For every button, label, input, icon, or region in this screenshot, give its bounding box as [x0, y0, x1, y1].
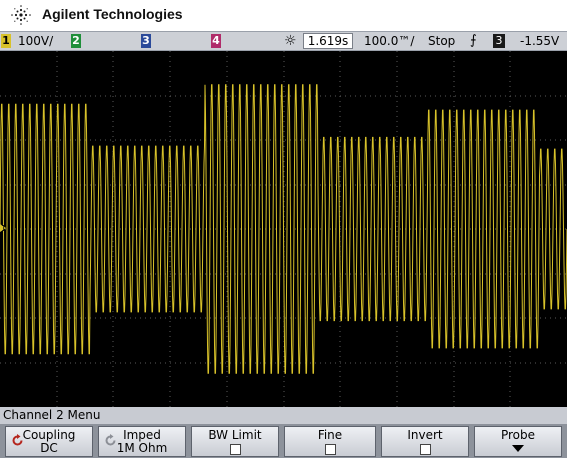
- bw-limit-softkey[interactable]: BW Limit: [191, 426, 279, 457]
- fine-checkbox[interactable]: [324, 444, 336, 455]
- probe-label: Probe: [500, 428, 536, 442]
- time-scale: 100.0™/: [364, 34, 415, 48]
- run-state: Stop: [428, 34, 456, 48]
- waveform-canvas: 1: [0, 51, 567, 407]
- bw-limit-checkbox[interactable]: [229, 444, 241, 455]
- status-bar: 1 100V/ 2 3 4 ☼ 1.619s 100.0™/ Stop ⨍ 3 …: [0, 31, 567, 51]
- waveform-display[interactable]: 1: [0, 51, 567, 407]
- agilent-spark-logo-icon: [11, 5, 31, 25]
- brand-name: Agilent Technologies: [42, 6, 183, 22]
- channel-3-indicator[interactable]: 3: [141, 34, 151, 48]
- coupling-softkey[interactable]: Coupling DC: [5, 426, 93, 457]
- rotate-knob-icon: [105, 434, 116, 446]
- time-reference-value: 1.619s: [303, 33, 353, 49]
- softkey-bar: Coupling DC Imped 1M Ohm BW Limit Fine I…: [0, 424, 567, 458]
- bw-limit-label: BW Limit: [208, 428, 262, 442]
- channel-2-indicator[interactable]: 2: [71, 34, 81, 48]
- invert-checkbox[interactable]: [419, 444, 431, 455]
- menu-title: Channel 2 Menu: [0, 407, 567, 424]
- submenu-down-arrow-icon: [512, 445, 524, 452]
- invert-label: Invert: [407, 428, 443, 442]
- svg-text:1: 1: [1, 224, 6, 233]
- time-reference-icon: ☼: [284, 33, 297, 49]
- brand-bar: Agilent Technologies: [0, 0, 567, 31]
- channel-1-ground-marker: 1: [0, 224, 6, 233]
- trigger-channel: 3: [493, 34, 505, 48]
- invert-softkey[interactable]: Invert: [381, 426, 469, 457]
- channel-1-indicator[interactable]: 1: [1, 34, 11, 48]
- impedance-softkey[interactable]: Imped 1M Ohm: [98, 426, 186, 457]
- trigger-slope-icon: ⨍: [470, 33, 477, 48]
- rotate-knob-icon: [12, 434, 23, 446]
- trigger-level: -1.55V: [520, 34, 560, 48]
- probe-softkey[interactable]: Probe: [474, 426, 562, 457]
- channel-1-scale: 100V/: [18, 34, 54, 48]
- fine-label: Fine: [317, 428, 343, 442]
- channel-4-indicator[interactable]: 4: [211, 34, 221, 48]
- fine-softkey[interactable]: Fine: [284, 426, 376, 457]
